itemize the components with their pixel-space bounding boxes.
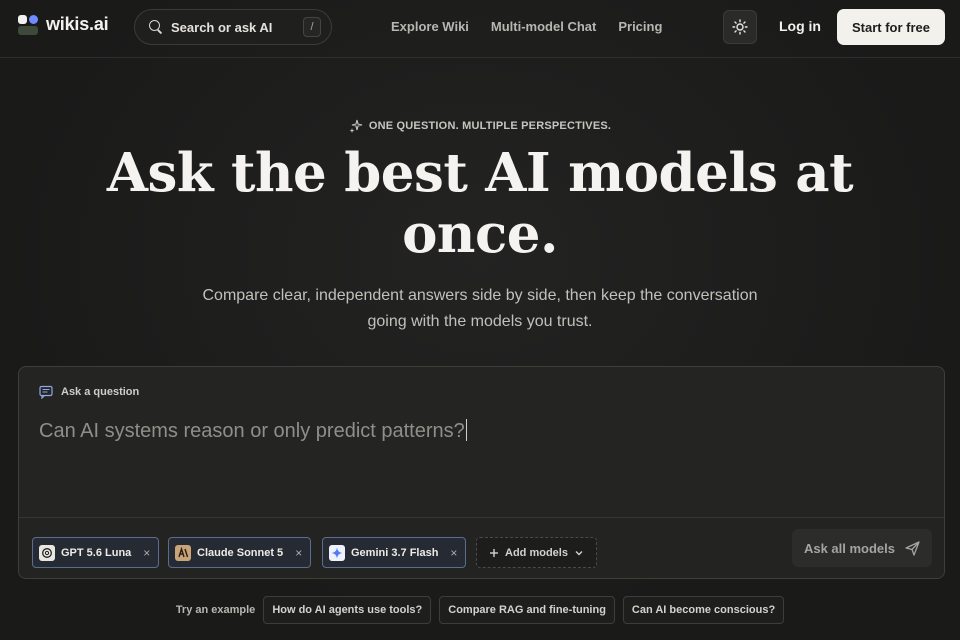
chat-icon — [39, 385, 53, 399]
logo[interactable]: wikis.ai — [18, 14, 109, 35]
question-label: Ask a question — [39, 385, 139, 399]
model-chip-gemini[interactable]: Gemini 3.7 Flash × — [322, 537, 467, 568]
subtitle-line-1: Compare clear, independent answers side … — [202, 287, 758, 304]
model-selector-bar: GPT 5.6 Luna × Claude Sonnet 5 × Gemini … — [19, 517, 944, 578]
close-icon[interactable]: × — [143, 546, 150, 560]
question-label-text: Ask a question — [61, 386, 140, 398]
text-caret — [465, 419, 467, 441]
search-bar[interactable]: Search or ask AI / — [134, 9, 332, 45]
title-line-2: once. — [402, 203, 558, 265]
eyebrow-text: ONE QUESTION. MULTIPLE PERSPECTIVES. — [368, 120, 612, 132]
start-for-free-button[interactable]: Start for free — [837, 9, 945, 45]
sun-icon — [732, 19, 748, 35]
example-agents-tools[interactable]: How do AI agents use tools? — [263, 596, 432, 624]
title-line-1: Ask the best AI models at — [106, 142, 854, 204]
example-prompts: Try an example How do AI agents use tool… — [0, 596, 960, 624]
chevron-down-icon — [575, 550, 583, 555]
plus-icon — [490, 548, 499, 557]
main-nav: Explore Wiki Multi-model Chat Pricing — [391, 19, 662, 34]
model-chip-label: Claude Sonnet 5 — [197, 546, 284, 559]
close-icon[interactable]: × — [295, 546, 302, 560]
add-models-button[interactable]: Add models — [476, 537, 597, 568]
model-chip-label: GPT 5.6 Luna — [61, 546, 132, 559]
login-link[interactable]: Log in — [779, 18, 821, 34]
example-ai-conscious[interactable]: Can AI become conscious? — [622, 596, 785, 624]
examples-label: Try an example — [175, 604, 256, 616]
nav-explore-wiki[interactable]: Explore Wiki — [391, 19, 469, 34]
close-icon[interactable]: × — [450, 546, 457, 560]
model-chip-label: Gemini 3.7 Flash — [351, 546, 439, 559]
nav-pricing[interactable]: Pricing — [618, 19, 662, 34]
search-icon — [149, 20, 163, 34]
page-title: Ask the best AI models at once. — [80, 143, 880, 265]
logo-icon — [18, 14, 38, 35]
search-label: Search or ask AI — [171, 19, 273, 35]
openai-icon — [39, 544, 55, 561]
shortcut-key: / — [303, 17, 321, 37]
ask-all-models-button[interactable]: Ask all models — [792, 529, 932, 567]
eyebrow: ONE QUESTION. MULTIPLE PERSPECTIVES. — [0, 119, 960, 133]
sparkle-icon — [349, 119, 362, 133]
model-chip-claude[interactable]: Claude Sonnet 5 × — [168, 537, 312, 568]
ask-all-label: Ask all models — [803, 540, 896, 556]
theme-toggle-button[interactable] — [723, 10, 757, 44]
hero-subtitle: Compare clear, independent answers side … — [170, 283, 790, 335]
anthropic-icon — [175, 544, 191, 561]
send-icon — [905, 540, 920, 556]
logo-text: wikis.ai — [46, 14, 109, 34]
question-input[interactable]: Can AI systems reason or only predict pa… — [39, 419, 919, 443]
model-chip-gpt[interactable]: GPT 5.6 Luna × — [32, 537, 160, 568]
subtitle-line-2: going with the models you trust. — [367, 313, 593, 330]
gemini-icon — [329, 544, 345, 561]
example-rag-finetuning[interactable]: Compare RAG and fine-tuning — [439, 596, 615, 624]
nav-multi-model-chat[interactable]: Multi-model Chat — [491, 19, 596, 34]
top-navbar: wikis.ai Search or ask AI / Explore Wiki… — [0, 0, 960, 58]
question-placeholder: Can AI systems reason or only predict pa… — [39, 420, 465, 442]
question-card: Ask a question Can AI systems reason or … — [18, 366, 945, 579]
add-models-label: Add models — [505, 546, 568, 559]
